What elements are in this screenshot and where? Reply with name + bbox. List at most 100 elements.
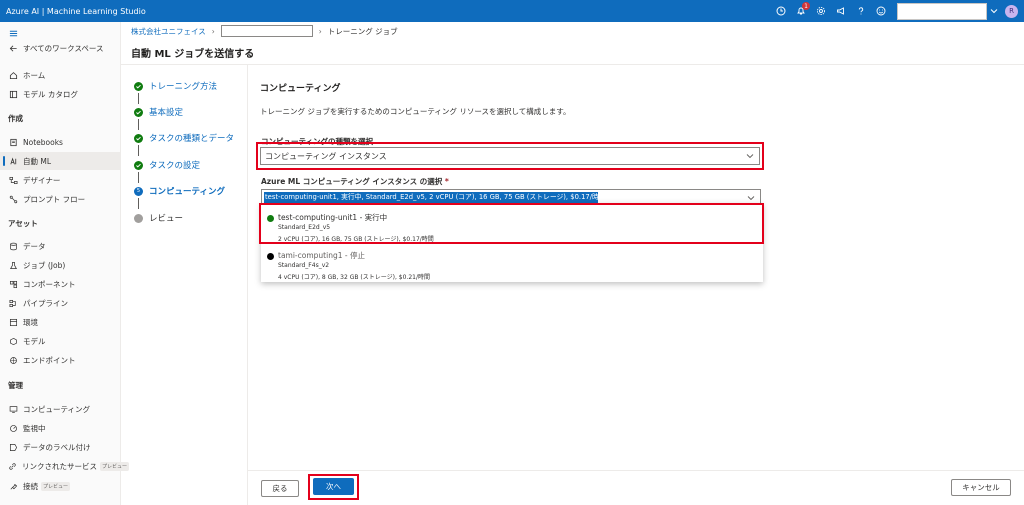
compute-type-dropdown[interactable]: コンピューティング インスタンス [260, 147, 760, 165]
step-training-method[interactable]: トレーニング方法 [134, 80, 217, 92]
nav-label: Notebooks [23, 137, 63, 147]
nav-monitoring[interactable]: 監視中 [0, 419, 121, 437]
top-bar: Azure AI | Machine Learning Studio 1 R [0, 0, 1024, 22]
gauge-icon [8, 423, 18, 433]
step-connector [138, 93, 139, 104]
cancel-button[interactable]: キャンセル [951, 479, 1011, 496]
step-label: タスクの種類とデータ [149, 134, 235, 144]
step-task-type-data[interactable]: タスクの種類とデータ [134, 132, 234, 144]
nav-section-manage: 管理 [8, 381, 23, 390]
status-stopped-icon [267, 253, 274, 260]
nav-all-workspaces[interactable]: すべてのワークスペース [0, 39, 121, 57]
nav-compute[interactable]: コンピューティング [0, 400, 121, 418]
breadcrumb-workspace[interactable] [220, 25, 313, 37]
compute-instance-value[interactable]: test-computing-unit1, 実行中, Standard_E2d_… [264, 192, 598, 203]
automl-icon [8, 156, 18, 166]
required-mark: * [444, 177, 449, 186]
app-title[interactable]: Azure AI | Machine Learning Studio [0, 7, 146, 16]
nav-label: モデル [23, 336, 46, 346]
nav-label: 環境 [23, 317, 38, 327]
arrow-left-icon [8, 43, 18, 53]
back-button[interactable]: 戻る [261, 480, 299, 497]
nav-label: 接続 [23, 481, 38, 491]
section-description: トレーニング ジョブを実行するためのコンピューティング リソースを選択して構成し… [260, 107, 571, 116]
nav-components[interactable]: コンポーネント [0, 275, 121, 293]
nav-models[interactable]: モデル [0, 332, 121, 350]
divider [121, 64, 1024, 65]
pending-step-icon [134, 213, 143, 223]
bell-icon[interactable]: 1 [791, 0, 811, 22]
breadcrumb: 株式会社ユニフェイス › › トレーニング ジョブ [131, 24, 398, 38]
step-label: トレーニング方法 [149, 82, 218, 92]
nav-data-labeling[interactable]: データのラベル付け [0, 438, 121, 456]
chevron-down-icon[interactable] [987, 0, 1001, 22]
directory-selector[interactable] [897, 2, 987, 20]
gear-icon[interactable] [811, 0, 831, 22]
flow-icon [8, 194, 18, 204]
nav-connections[interactable]: 接続 プレビュー [0, 477, 121, 495]
left-nav: すべてのワークスペース ホーム モデル カタログ 作成 Notebooks 自動… [0, 22, 130, 505]
breadcrumb-org[interactable]: 株式会社ユニフェイス [131, 26, 206, 37]
nav-automl[interactable]: 自動 ML [0, 152, 121, 170]
compute-instance-label-text: Azure ML コンピューティング インスタンス の選択 [261, 177, 443, 186]
nav-label: モデル カタログ [23, 89, 78, 99]
nav-model-catalog[interactable]: モデル カタログ [0, 85, 121, 103]
nav-label: すべてのワークスペース [23, 43, 104, 53]
nav-home[interactable]: ホーム [0, 66, 121, 84]
checkmark-icon [134, 133, 143, 143]
nav-label: ジョブ (Job) [23, 260, 66, 270]
nav-prompt-flow[interactable]: プロンプト フロー [0, 190, 121, 208]
nav-endpoints[interactable]: エンドポイント [0, 351, 121, 369]
nav-label: コンポーネント [23, 279, 76, 289]
nav-jobs[interactable]: ジョブ (Job) [0, 256, 121, 274]
preview-badge: プレビュー [41, 481, 71, 491]
step-review[interactable]: レビュー [134, 212, 183, 224]
step-label: 基本設定 [149, 108, 184, 118]
step-task-settings[interactable]: タスクの設定 [134, 159, 200, 171]
section-title: コンピューティング [260, 84, 341, 94]
megaphone-icon[interactable] [831, 0, 851, 22]
next-button[interactable]: 次へ [313, 478, 354, 495]
nav-label: プロンプト フロー [23, 194, 86, 204]
nav-label: エンドポイント [23, 355, 76, 365]
plug-icon [8, 481, 18, 491]
step-connector [138, 119, 139, 130]
nav-data[interactable]: データ [0, 237, 121, 255]
nav-pipelines[interactable]: パイプライン [0, 294, 121, 312]
smiley-icon[interactable] [871, 0, 891, 22]
environment-icon [8, 317, 18, 327]
notebook-icon [8, 137, 18, 147]
nav-label: 自動 ML [23, 156, 52, 166]
nav-notebooks[interactable]: Notebooks [0, 133, 121, 151]
option-spec: 4 vCPU (コア), 8 GB, 32 GB (ストレージ), $0.21/… [278, 274, 430, 281]
chevron-down-icon [746, 154, 754, 159]
designer-icon [8, 175, 18, 185]
clock-icon[interactable] [771, 0, 791, 22]
nav-environments[interactable]: 環境 [0, 313, 121, 331]
monitor-icon [8, 404, 18, 414]
nav-designer[interactable]: デザイナー [0, 171, 121, 189]
endpoint-icon [8, 355, 18, 365]
compute-instance-label: Azure ML コンピューティング インスタンス の選択 * [261, 176, 449, 187]
wizard-steps: トレーニング方法 基本設定 タスクの種類とデータ タスクの設定 5 コンピューテ… [121, 65, 248, 505]
nav-label: コンピューティング [23, 404, 91, 414]
nav-label: リンクされたサービス [22, 461, 97, 471]
step-basic-settings[interactable]: 基本設定 [134, 106, 183, 118]
footer-divider [248, 470, 1024, 471]
nav-label: パイプライン [23, 298, 68, 308]
nav-linked-services[interactable]: リンクされたサービス プレビュー [0, 457, 130, 475]
option-tami-computing1[interactable]: tami-computing1 - 停止 Standard_F4s_v2 4 v… [261, 244, 763, 282]
home-icon [8, 70, 18, 80]
step-label: コンピューティング [149, 187, 225, 197]
step-connector [138, 145, 139, 156]
page-title: 自動 ML ジョブを送信する [131, 49, 255, 60]
catalog-icon [8, 89, 18, 99]
database-icon [8, 241, 18, 251]
nav-label: データ [23, 241, 46, 251]
avatar[interactable]: R [1005, 4, 1018, 18]
help-icon[interactable] [851, 0, 871, 22]
step-label: レビュー [149, 214, 184, 224]
option-name: tami-computing1 - 停止 [278, 251, 365, 260]
step-number-badge: 5 [134, 186, 143, 196]
step-compute[interactable]: 5 コンピューティング [134, 185, 225, 197]
